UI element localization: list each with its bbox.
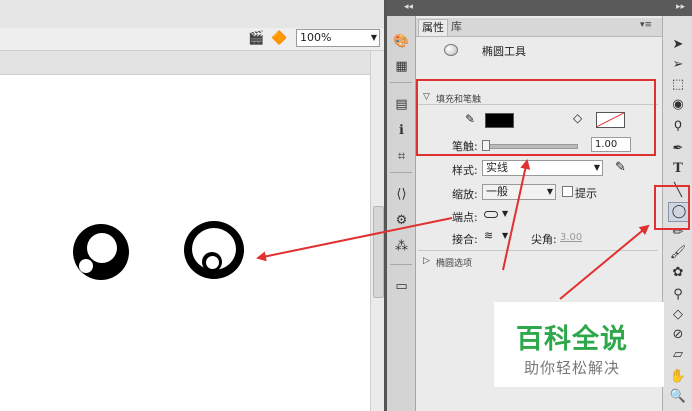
watermark-title: 百科全说 <box>516 324 628 355</box>
watermark-subtitle: 助你轻松解决 <box>524 359 621 377</box>
